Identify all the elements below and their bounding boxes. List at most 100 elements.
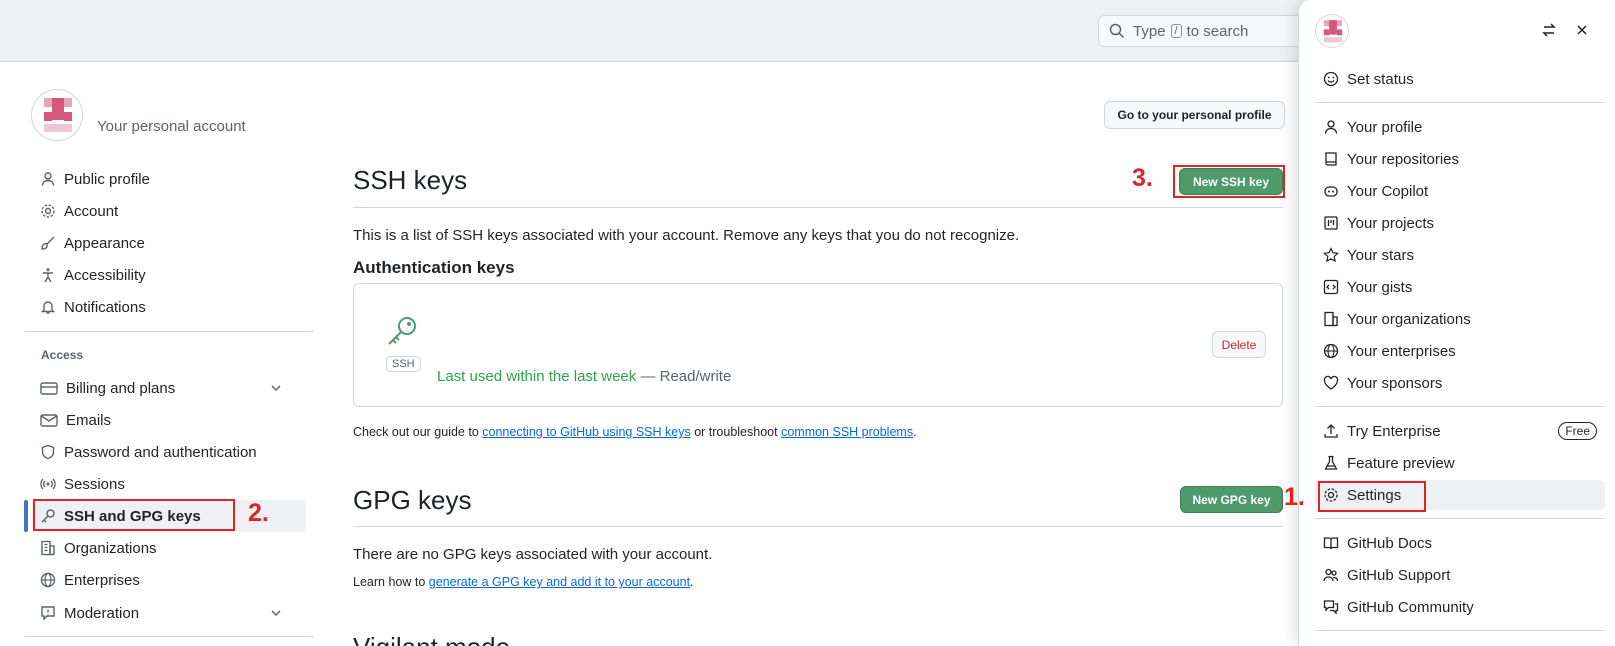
sidebar-item-label: Appearance [64, 234, 145, 252]
menu-your-repositories[interactable]: Your repositories [1315, 144, 1605, 174]
menu-item-label: Feature preview [1347, 454, 1455, 472]
menu-your-copilot[interactable]: Your Copilot [1315, 176, 1605, 206]
ssh-keys-heading: SSH keys [353, 165, 468, 195]
menu-github-docs[interactable]: GitHub Docs [1315, 528, 1605, 558]
learn-end: . [690, 575, 694, 589]
sidebar-item-emails[interactable]: Emails [24, 404, 306, 436]
menu-feature-preview[interactable]: Feature preview [1315, 448, 1605, 478]
menu-divider [1315, 406, 1605, 407]
sidebar-item-label: Account [64, 202, 119, 220]
generate-gpg-key-link[interactable]: generate a GPG key and add it to your ac… [429, 575, 690, 589]
sidebar-item-sessions[interactable]: Sessions [24, 468, 306, 500]
people-icon [1323, 568, 1339, 582]
mail-icon [40, 414, 58, 427]
report-icon [41, 606, 55, 621]
avatar[interactable] [31, 89, 83, 141]
sidebar-item-account[interactable]: Account [24, 195, 306, 227]
key-access-text: — Read/write [640, 368, 732, 385]
organization-icon [41, 540, 55, 556]
menu-divider [1315, 630, 1605, 631]
menu-try-enterprise[interactable]: Try Enterprise Free [1315, 416, 1605, 446]
gear-icon [41, 204, 55, 218]
menu-item-label: Your stars [1347, 246, 1414, 264]
sidebar-item-enterprises[interactable]: Enterprises [24, 564, 306, 596]
search-suffix: to search [1186, 22, 1249, 40]
menu-your-gists[interactable]: Your gists [1315, 272, 1605, 302]
code-square-icon [1323, 279, 1339, 295]
menu-your-organizations[interactable]: Your organizations [1315, 304, 1605, 334]
repo-icon [1325, 152, 1337, 166]
ssh-guide-text: Check out our guide to connecting to Git… [353, 425, 917, 439]
menu-item-label: Your sponsors [1347, 374, 1443, 392]
menu-your-sponsors[interactable]: Your sponsors [1315, 368, 1605, 398]
sidebar-item-organizations[interactable]: Organizations [24, 532, 306, 564]
switch-account-icon[interactable] [1541, 22, 1557, 38]
broadcast-icon [40, 478, 56, 490]
gpg-learn-text: Learn how to generate a GPG key and add … [353, 575, 694, 589]
ssh-key-card: Delete [353, 283, 1283, 407]
gpg-empty-text: There are no GPG keys associated with yo… [353, 546, 713, 563]
sidebar-divider [24, 636, 314, 637]
menu-your-profile[interactable]: Your profile [1315, 112, 1605, 142]
sidebar-item-appearance[interactable]: Appearance [24, 227, 306, 259]
annotation-step-3: 3. [1132, 164, 1153, 192]
menu-item-label: Set status [1347, 70, 1414, 88]
menu-github-support[interactable]: GitHub Support [1315, 560, 1605, 590]
menu-item-label: GitHub Docs [1347, 534, 1433, 552]
sidebar-item-label: Notifications [64, 298, 146, 316]
sidebar-divider [24, 331, 314, 332]
person-icon [41, 172, 55, 186]
chevron-down-icon[interactable] [270, 382, 282, 394]
sidebar-item-label: Organizations [64, 539, 157, 557]
sidebar-item-password[interactable]: Password and authentication [24, 436, 306, 468]
menu-your-enterprises[interactable]: Your enterprises [1315, 336, 1605, 366]
redacted-username [91, 93, 337, 116]
sidebar-item-moderation[interactable]: Moderation [24, 597, 306, 629]
search-icon [1109, 23, 1125, 39]
gpg-heading-divider [353, 526, 1283, 527]
annotation-step-2: 2. [248, 499, 269, 527]
menu-your-stars[interactable]: Your stars [1315, 240, 1605, 270]
copilot-icon [1324, 186, 1338, 197]
beaker-icon [1324, 455, 1338, 470]
paintbrush-icon [41, 236, 55, 250]
sidebar-item-public-profile[interactable]: Public profile [24, 163, 306, 195]
go-to-profile-button[interactable]: Go to your personal profile [1104, 101, 1285, 129]
organization-icon [1324, 311, 1338, 327]
comment-discussion-icon [1323, 600, 1339, 615]
bell-icon [40, 301, 56, 314]
globe-icon [40, 572, 56, 588]
annotation-box-step-1 [1318, 481, 1426, 512]
sidebar-item-label: Emails [66, 411, 112, 429]
menu-item-label: Your projects [1347, 214, 1434, 232]
globe-icon [1323, 343, 1339, 359]
menu-your-projects[interactable]: Your projects [1315, 208, 1605, 238]
sidebar-item-billing[interactable]: Billing and plans [24, 372, 306, 404]
menu-item-label: Try Enterprise [1347, 422, 1441, 440]
menu-github-community[interactable]: GitHub Community [1315, 592, 1605, 622]
connecting-ssh-link[interactable]: connecting to GitHub using SSH keys [482, 425, 690, 439]
sidebar-item-label: Moderation [64, 604, 140, 622]
accessibility-icon [43, 268, 53, 283]
common-ssh-problems-link[interactable]: common SSH problems [781, 425, 913, 439]
last-used-text: Last used within the last week [437, 368, 637, 385]
search-input[interactable]: Type / to search [1098, 15, 1318, 47]
new-gpg-key-button[interactable]: New GPG key [1180, 486, 1283, 513]
annotation-step-1: 1. [1284, 483, 1305, 511]
menu-divider [1315, 102, 1605, 103]
close-icon[interactable] [1574, 22, 1590, 38]
key-last-used: Last used within the last week — Read/wr… [437, 368, 731, 385]
menu-item-label: Your enterprises [1347, 342, 1456, 360]
sidebar-item-accessibility[interactable]: Accessibility [24, 259, 306, 291]
annotation-box-step-3 [1173, 165, 1285, 198]
redacted-key-title [432, 304, 812, 367]
ssh-badge: SSH [386, 356, 421, 372]
sidebar-item-notifications[interactable]: Notifications [24, 291, 306, 323]
chevron-down-icon[interactable] [270, 607, 282, 619]
delete-ssh-key-button[interactable]: Delete [1212, 331, 1266, 358]
star-icon [1323, 247, 1339, 263]
menu-item-label: Your profile [1347, 118, 1423, 136]
menu-item-label: Your gists [1347, 278, 1413, 296]
gpg-keys-heading: GPG keys [353, 485, 472, 515]
menu-set-status[interactable]: Set status [1315, 64, 1605, 94]
